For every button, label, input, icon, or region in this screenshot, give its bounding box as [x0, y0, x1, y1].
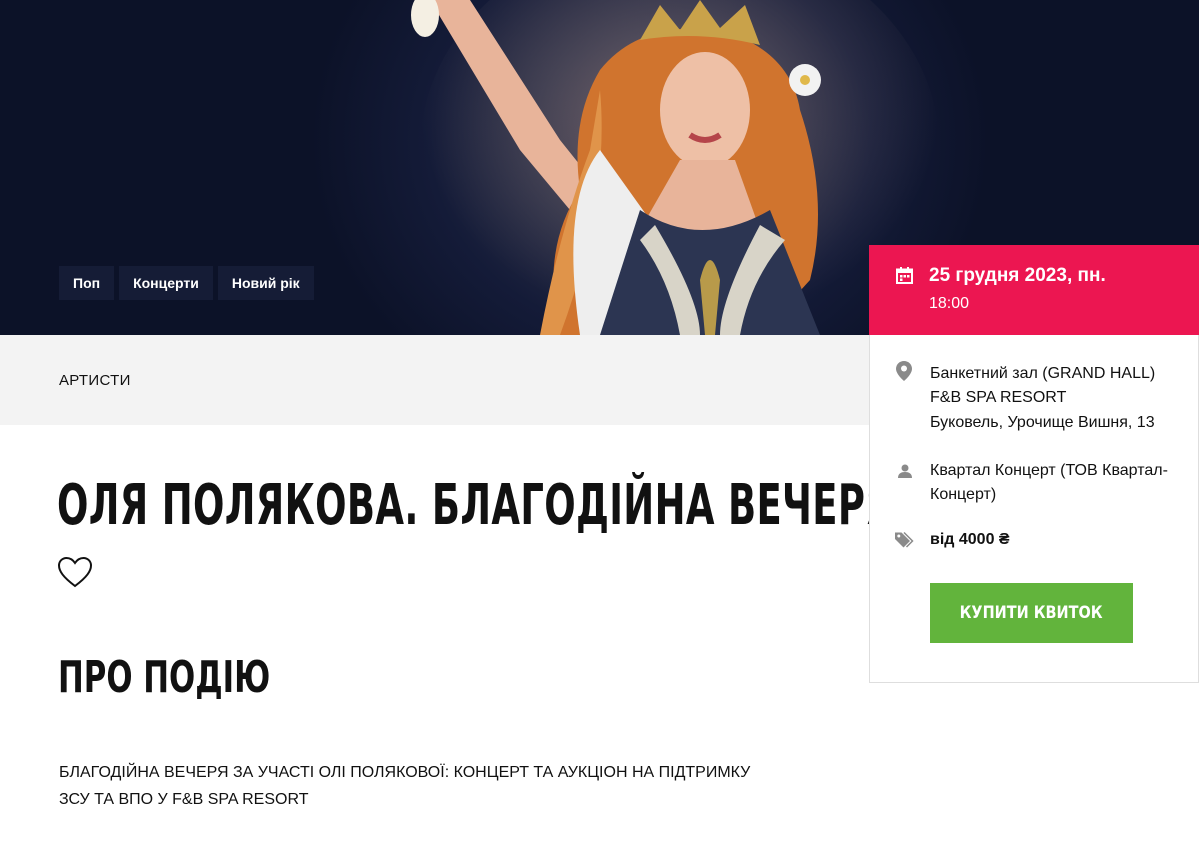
price: від 4000 ₴	[930, 531, 1010, 548]
event-date: 25 грудня 2023, пн.	[929, 265, 1106, 286]
location-pin-icon	[896, 361, 912, 381]
venue-name: Банкетний зал (GRAND HALL) F&B SPA RESOR…	[930, 365, 1156, 406]
event-date-box: 25 грудня 2023, пн. 18:00	[869, 245, 1199, 335]
calendar-icon	[896, 267, 913, 284]
event-time: 18:00	[929, 295, 970, 312]
price-tag-icon	[895, 531, 914, 548]
buy-ticket-button[interactable]: КУПИТИ КВИТОК	[930, 583, 1133, 643]
event-info-panel: Банкетний зал (GRAND HALL) F&B SPA RESOR…	[869, 335, 1199, 683]
event-title: ОЛЯ ПОЛЯКОВА. БЛАГОДІЙНА ВЕЧЕРЯ	[57, 473, 895, 538]
event-description: БЛАГОДІЙНА ВЕЧЕРЯ ЗА УЧАСТІ ОЛІ ПОЛЯКОВО…	[59, 764, 751, 808]
venue-address: Буковель, Урочище Вишня, 13	[930, 414, 1155, 431]
tag-new-year[interactable]: Новий рік	[217, 266, 314, 300]
about-heading: ПРО ПОДІЮ	[58, 652, 271, 703]
tag-concerts[interactable]: Концерти	[119, 266, 213, 300]
tag-list: Поп Концерти Новий рік	[59, 266, 314, 300]
buy-ticket-label: КУПИТИ КВИТОК	[959, 603, 1103, 623]
heart-icon[interactable]	[57, 555, 93, 591]
organizer: Квартал Концерт (ТОВ Квартал-Концерт)	[930, 462, 1168, 503]
artists-link[interactable]: АРТИСТИ	[59, 372, 131, 389]
person-icon	[898, 464, 912, 478]
tag-pop[interactable]: Поп	[59, 266, 115, 300]
